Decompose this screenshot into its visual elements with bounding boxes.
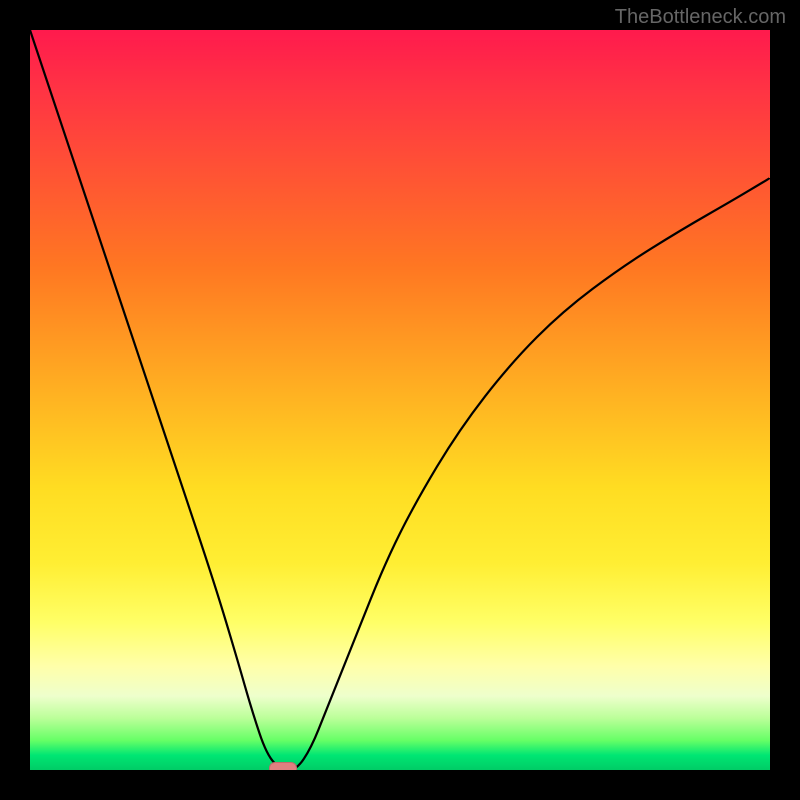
- bottleneck-curve-path: [30, 30, 770, 770]
- chart-area: [30, 30, 770, 770]
- watermark-text: TheBottleneck.com: [615, 6, 786, 29]
- bottleneck-curve-svg: [30, 30, 770, 770]
- optimal-point-marker: [269, 762, 297, 770]
